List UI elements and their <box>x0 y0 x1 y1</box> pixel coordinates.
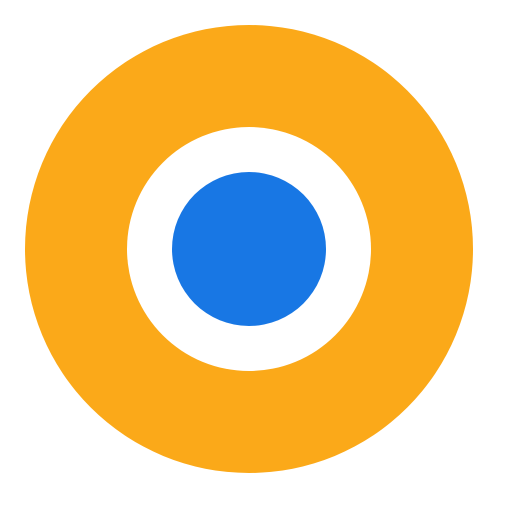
target-ring-icon <box>25 25 473 473</box>
icon-canvas <box>0 0 512 512</box>
center-dot <box>172 172 326 326</box>
